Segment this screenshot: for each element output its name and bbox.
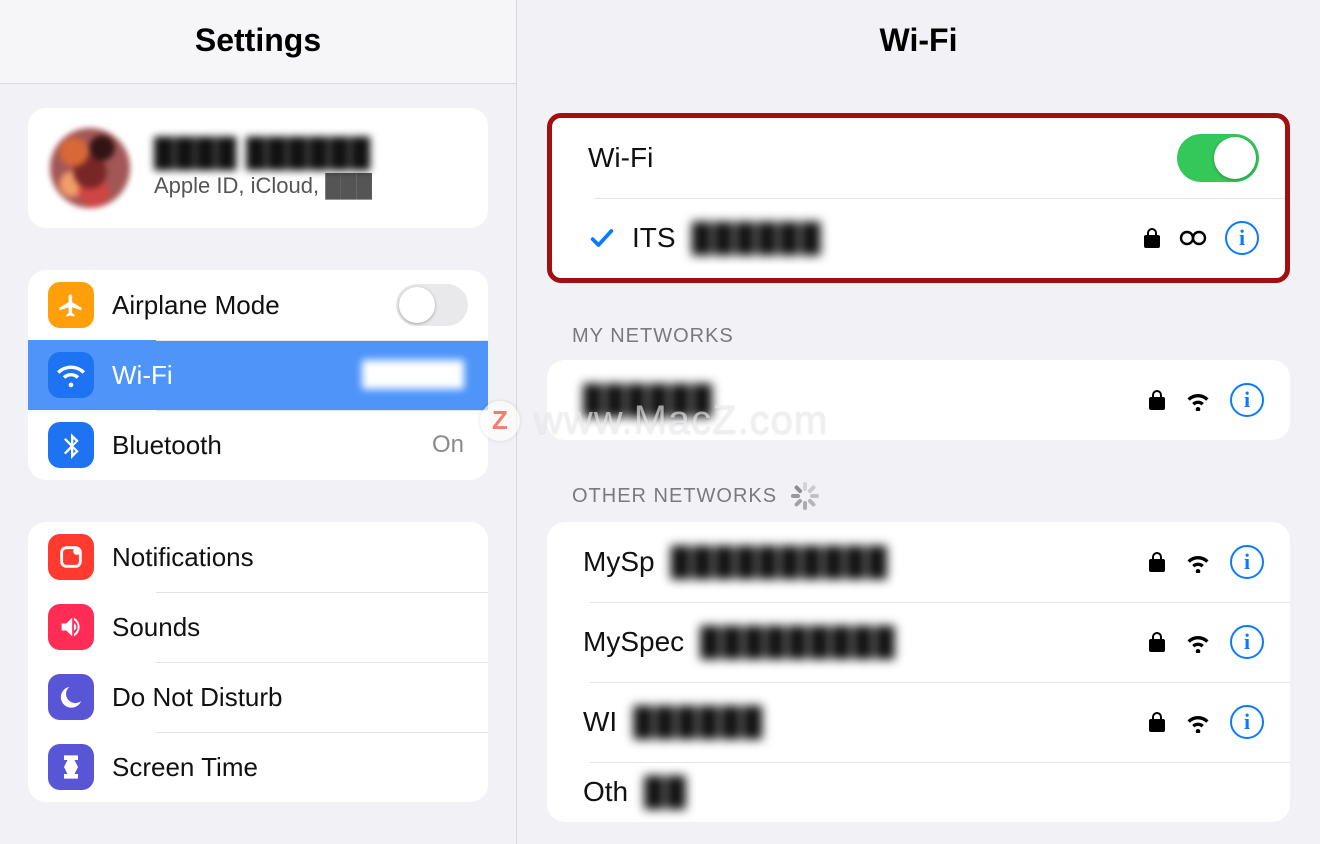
lock-icon bbox=[1148, 711, 1166, 733]
row-airplane-mode[interactable]: Airplane Mode bbox=[28, 270, 488, 340]
network-rest: ██ bbox=[644, 776, 688, 808]
row-screen-time[interactable]: Screen Time bbox=[28, 732, 488, 802]
group-connectivity: Airplane Mode Wi-Fi ██████ Bluetooth On bbox=[28, 270, 488, 480]
detail-title: Wi-Fi bbox=[517, 0, 1320, 83]
wifi-signal-icon bbox=[1184, 551, 1212, 573]
lock-icon bbox=[1148, 631, 1166, 653]
info-button[interactable]: i bbox=[1230, 383, 1264, 417]
wifi-value: ██████ bbox=[362, 361, 464, 389]
wifi-primary-group: Wi-Fi ITS ██████ i bbox=[547, 113, 1290, 283]
bluetooth-value: On bbox=[432, 431, 464, 459]
my-networks-group: ██████ i bbox=[547, 360, 1290, 440]
row-wifi[interactable]: Wi-Fi ██████ bbox=[28, 340, 488, 410]
network-row[interactable]: MySpec █████████ i bbox=[547, 602, 1290, 682]
account-card[interactable]: ████ ██████ Apple ID, iCloud, ███ bbox=[28, 108, 488, 228]
info-button[interactable]: i bbox=[1225, 221, 1259, 255]
group-general: Notifications Sounds Do Not Disturb Scre… bbox=[28, 522, 488, 802]
account-sub: Apple ID, iCloud, ███ bbox=[154, 173, 372, 199]
wifi-detail-pane: Wi-Fi Wi-Fi ITS ██████ i MY NETWORKS bbox=[517, 0, 1320, 844]
connected-name-rest: ██████ bbox=[692, 222, 823, 254]
sidebar-title: Settings bbox=[0, 0, 516, 84]
wifi-toggle-row[interactable]: Wi-Fi bbox=[552, 118, 1285, 198]
sounds-label: Sounds bbox=[112, 612, 468, 643]
network-row[interactable]: ██████ i bbox=[547, 360, 1290, 440]
network-row[interactable]: Oth ██ bbox=[547, 762, 1290, 822]
row-sounds[interactable]: Sounds bbox=[28, 592, 488, 662]
dnd-label: Do Not Disturb bbox=[112, 682, 468, 713]
connected-network-row[interactable]: ITS ██████ i bbox=[552, 198, 1285, 278]
screentime-label: Screen Time bbox=[112, 752, 468, 783]
network-name: ██████ bbox=[583, 384, 714, 416]
chain-icon bbox=[1179, 228, 1207, 248]
sounds-icon bbox=[48, 604, 94, 650]
lock-icon bbox=[1148, 389, 1166, 411]
network-prefix: MySpec bbox=[583, 626, 684, 658]
connected-name-prefix: ITS bbox=[632, 222, 676, 254]
notifications-label: Notifications bbox=[112, 542, 468, 573]
network-prefix: WI bbox=[583, 706, 617, 738]
info-button[interactable]: i bbox=[1230, 545, 1264, 579]
info-button[interactable]: i bbox=[1230, 705, 1264, 739]
wifi-signal-icon bbox=[1184, 711, 1212, 733]
lock-icon bbox=[1148, 551, 1166, 573]
airplane-label: Airplane Mode bbox=[112, 290, 378, 321]
network-prefix: MySp bbox=[583, 546, 655, 578]
my-networks-header: MY NETWORKS bbox=[572, 325, 1320, 348]
row-do-not-disturb[interactable]: Do Not Disturb bbox=[28, 662, 488, 732]
network-row[interactable]: WI ██████ i bbox=[547, 682, 1290, 762]
user-avatar bbox=[50, 128, 130, 208]
bluetooth-icon bbox=[48, 422, 94, 468]
airplane-icon bbox=[48, 282, 94, 328]
moon-icon bbox=[48, 674, 94, 720]
account-name: ████ ██████ bbox=[154, 137, 372, 169]
settings-sidebar: Settings ████ ██████ Apple ID, iCloud, █… bbox=[0, 0, 517, 844]
bluetooth-label: Bluetooth bbox=[112, 430, 414, 461]
wifi-label: Wi-Fi bbox=[112, 360, 344, 391]
airplane-switch[interactable] bbox=[396, 284, 468, 326]
wifi-signal-icon bbox=[1184, 389, 1212, 411]
spinner-icon bbox=[791, 482, 819, 510]
network-rest: ██████ bbox=[633, 706, 764, 738]
info-button[interactable]: i bbox=[1230, 625, 1264, 659]
wifi-signal-icon bbox=[1184, 631, 1212, 653]
network-row[interactable]: MySp ██████████ i bbox=[547, 522, 1290, 602]
notifications-icon bbox=[48, 534, 94, 580]
network-rest: █████████ bbox=[700, 626, 897, 658]
row-bluetooth[interactable]: Bluetooth On bbox=[28, 410, 488, 480]
screentime-icon bbox=[48, 744, 94, 790]
checkmark-icon bbox=[588, 224, 616, 252]
network-prefix: Oth bbox=[583, 776, 628, 808]
wifi-toggle-label: Wi-Fi bbox=[588, 142, 653, 174]
lock-icon bbox=[1143, 227, 1161, 249]
wifi-icon bbox=[48, 352, 94, 398]
network-rest: ██████████ bbox=[671, 546, 889, 578]
other-networks-group: MySp██████████ i MySpec█████████ i WI███… bbox=[547, 522, 1290, 822]
wifi-switch[interactable] bbox=[1177, 134, 1259, 182]
other-networks-header: OTHER NETWORKS bbox=[572, 482, 1320, 510]
row-notifications[interactable]: Notifications bbox=[28, 522, 488, 592]
